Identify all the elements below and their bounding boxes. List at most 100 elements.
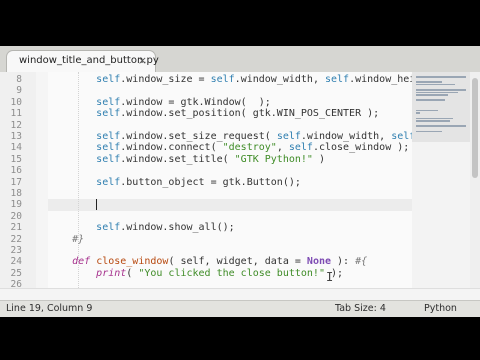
code-token: self bbox=[276, 131, 301, 142]
line-number: 15 bbox=[10, 153, 22, 165]
code-token: .window_width, bbox=[234, 74, 325, 85]
status-bar: Line 19, Column 9 Tab Size: 4 Python bbox=[0, 300, 480, 317]
code-token: #} bbox=[72, 233, 85, 245]
code-token: ( self, widget, data = bbox=[168, 256, 307, 268]
code-token: self bbox=[96, 176, 121, 188]
code-token: self bbox=[96, 108, 121, 120]
minimap-line bbox=[416, 117, 454, 120]
vertical-scrollbar-thumb[interactable] bbox=[472, 78, 478, 178]
minimap-line bbox=[416, 81, 442, 83]
minimap-line bbox=[416, 76, 466, 78]
minimap-line bbox=[416, 112, 421, 114]
code-line[interactable]: self.window.connect( "destroy", self.clo… bbox=[48, 142, 412, 153]
minimap-line bbox=[416, 125, 466, 127]
code-token: .window_width, bbox=[300, 131, 392, 142]
text-caret bbox=[96, 199, 98, 211]
code-line[interactable] bbox=[48, 120, 412, 131]
line-number: 14 bbox=[10, 142, 22, 154]
line-number: 17 bbox=[10, 176, 22, 188]
line-number: 23 bbox=[10, 245, 22, 256]
line-number: 21 bbox=[10, 222, 22, 234]
code-line[interactable]: self.window.set_position( gtk.WIN_POS_CE… bbox=[48, 108, 412, 119]
line-number: 19 bbox=[10, 199, 22, 211]
minimap-line bbox=[416, 109, 438, 112]
line-number: 26 bbox=[10, 279, 22, 288]
code-token: .window = gtk.Window( ); bbox=[120, 96, 271, 108]
minimap[interactable] bbox=[412, 72, 470, 288]
tab-size-selector[interactable]: Tab Size: 4 bbox=[335, 301, 386, 317]
code-line[interactable] bbox=[48, 211, 412, 222]
minimap-line bbox=[416, 130, 442, 133]
line-number: 22 bbox=[10, 233, 22, 245]
code-token: "You clicked the close button!" bbox=[138, 267, 325, 279]
line-number: 25 bbox=[10, 267, 22, 279]
code-line[interactable]: self.window = gtk.Window( ); bbox=[48, 97, 412, 108]
line-number: 20 bbox=[10, 210, 22, 222]
code-token: .window.set_title( bbox=[120, 153, 235, 165]
minimap-line bbox=[416, 91, 458, 94]
minimap-line bbox=[416, 99, 446, 101]
close-tab-icon[interactable]: × bbox=[138, 54, 147, 68]
code-token: self bbox=[391, 131, 412, 142]
file-tab[interactable]: window_title_and_button.py × bbox=[6, 50, 159, 72]
code-token: .window_height = bbox=[349, 74, 412, 85]
code-token: ( bbox=[126, 267, 139, 279]
code-line[interactable]: self.window.show_all(); bbox=[48, 222, 412, 233]
code-token: ) bbox=[312, 153, 325, 165]
code-token: .window_size = bbox=[120, 74, 211, 85]
code-text-area[interactable]: self.window_size = self.window_width, se… bbox=[48, 72, 412, 288]
code-token: , bbox=[276, 142, 289, 154]
code-token: .window.set_position( gtk.WIN_POS_CENTER… bbox=[120, 108, 380, 120]
code-token: self bbox=[96, 222, 121, 234]
code-line[interactable] bbox=[48, 188, 412, 199]
code-line[interactable] bbox=[48, 165, 412, 176]
code-line[interactable] bbox=[48, 85, 412, 96]
syntax-selector[interactable]: Python bbox=[424, 301, 457, 317]
code-line[interactable]: def close_window( self, widget, data = N… bbox=[48, 256, 412, 267]
mouse-ibeam-cursor-icon: I bbox=[326, 270, 334, 284]
line-number: 18 bbox=[10, 188, 22, 199]
code-token: self bbox=[96, 96, 121, 108]
line-number: 11 bbox=[10, 108, 22, 120]
code-token: None bbox=[306, 256, 332, 268]
vertical-scrollbar[interactable] bbox=[470, 72, 480, 288]
code-token: self bbox=[96, 153, 121, 165]
minimap-line bbox=[416, 83, 455, 86]
code-token: self bbox=[288, 142, 313, 154]
code-line[interactable]: print( "You clicked the close button!" )… bbox=[48, 268, 412, 279]
code-line[interactable] bbox=[48, 245, 412, 256]
minimap-line bbox=[416, 94, 449, 96]
code-line[interactable] bbox=[48, 279, 412, 288]
code-line[interactable]: self.window.set_size_request( self.windo… bbox=[48, 131, 412, 142]
code-line[interactable]: #} bbox=[48, 234, 412, 245]
line-number: 8 bbox=[16, 74, 22, 85]
code-editor[interactable]: 8 9 10 11 12 13 14 15 16 17 18 19 20 21 22 23 24 25 26 sel… bbox=[0, 72, 480, 288]
tab-bar: window_title_and_button.py × bbox=[0, 46, 480, 73]
code-line[interactable]: self.window.set_title( "GTK Python!" ) bbox=[48, 154, 412, 165]
code-token: .window.show_all(); bbox=[120, 222, 235, 234]
line-number: 13 bbox=[10, 131, 22, 142]
code-token: ): bbox=[331, 256, 356, 268]
code-line[interactable] bbox=[48, 199, 412, 210]
code-token: "GTK Python!" bbox=[234, 153, 313, 165]
code-token: close_window bbox=[96, 256, 169, 268]
code-token: self bbox=[96, 142, 121, 154]
minimap-line bbox=[416, 89, 466, 91]
code-line[interactable]: self.button_object = gtk.Button(); bbox=[48, 177, 412, 188]
cursor-position[interactable]: Line 19, Column 9 bbox=[6, 301, 92, 317]
code-line[interactable]: self.window_size = self.window_width, se… bbox=[48, 74, 412, 85]
code-token: self bbox=[324, 74, 350, 85]
line-number: 10 bbox=[10, 96, 22, 108]
code-token: def bbox=[72, 256, 91, 268]
code-token: "destroy" bbox=[222, 142, 277, 154]
